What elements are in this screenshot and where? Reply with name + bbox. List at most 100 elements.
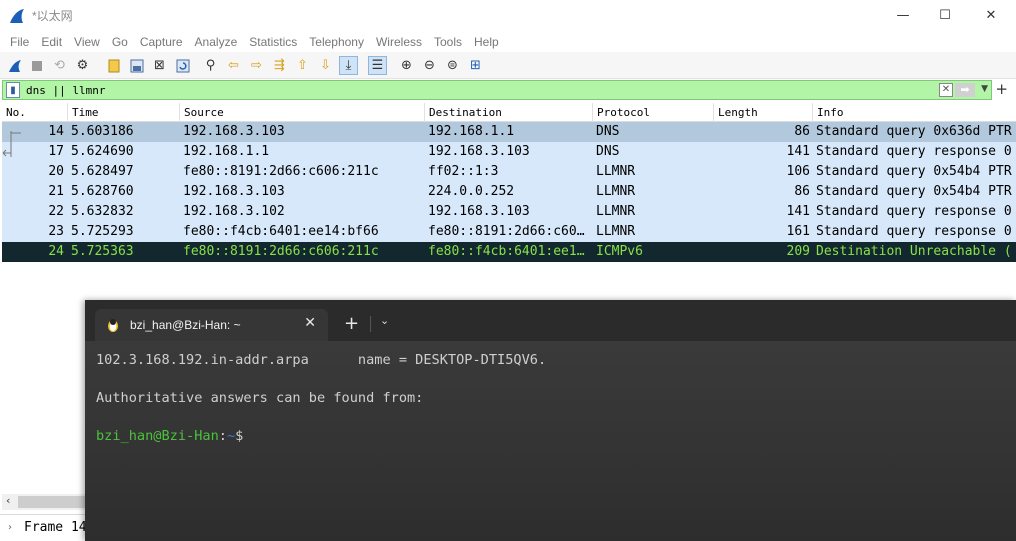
filter-bookmark-icon[interactable]: ▮ — [6, 82, 20, 98]
resize-columns-icon[interactable]: ⊞ — [466, 56, 485, 75]
maximize-icon: ☐ — [939, 8, 951, 23]
terminal-tab-strip: bzi_han@Bzi-Han: ~ ✕ + ⌄ — [85, 300, 1016, 341]
start-capture-icon[interactable] — [5, 56, 24, 75]
terminal-window[interactable]: bzi_han@Bzi-Han: ~ ✕ + ⌄ 102.3.168.192.i… — [85, 300, 1016, 541]
close-file-icon[interactable]: ⊠ — [150, 56, 169, 75]
packet-info: Destination Unreachable ( — [816, 244, 1012, 259]
main-toolbar: ⟲ ⚙ ⊠ ⚲ ⇦ ⇨ ⇶ ⇧ ⇩ ⤓ ☰ ⊕ ⊖ ⊜ ⊞ — [0, 52, 1016, 79]
reload-file-icon[interactable] — [173, 56, 192, 75]
menu-telephony[interactable]: Telephony — [303, 35, 370, 49]
filter-dropdown-icon[interactable]: ▼ — [981, 84, 988, 94]
packet-time: 5.628760 — [71, 184, 134, 199]
packet-info: Standard query response 0 — [816, 144, 1012, 159]
tab-dropdown-icon[interactable]: ⌄ — [380, 314, 389, 327]
open-file-icon[interactable] — [104, 56, 123, 75]
new-tab-icon[interactable]: + — [344, 313, 359, 334]
column-divider[interactable] — [424, 103, 425, 122]
menu-view[interactable]: View — [68, 35, 106, 49]
display-filter-input[interactable]: dns || llmnr — [26, 84, 105, 97]
packet-destination: fe80::f4cb:6401:ee1… — [428, 244, 585, 259]
packet-length: 141 — [786, 144, 810, 159]
packet-source: fe80::8191:2d66:c606:211c — [183, 244, 379, 259]
apply-filter-icon[interactable]: ➡ — [955, 83, 975, 97]
find-packet-icon[interactable]: ⚲ — [201, 56, 220, 75]
packet-source: 192.168.1.1 — [183, 144, 270, 159]
zoom-out-icon[interactable]: ⊖ — [420, 56, 439, 75]
packet-info: Standard query 0x54b4 PTR — [816, 164, 1012, 179]
display-filter-bar[interactable]: ▮ dns || llmnr ✕ ➡ ▼ — [2, 80, 992, 100]
terminal-tab[interactable]: bzi_han@Bzi-Han: ~ ✕ — [95, 309, 328, 341]
column-divider[interactable] — [179, 103, 180, 122]
packet-row[interactable]: 24 5.725363 fe80::8191:2d66:c606:211c fe… — [2, 242, 1016, 262]
menu-go[interactable]: Go — [106, 35, 134, 49]
packet-time: 5.632832 — [71, 204, 134, 219]
packet-row[interactable]: 21 5.628760 192.168.3.103 224.0.0.252 LL… — [2, 182, 1016, 202]
scrollbar-thumb[interactable] — [18, 496, 88, 508]
packet-row[interactable]: 17 5.624690 192.168.1.1 192.168.3.103 DN… — [2, 142, 1016, 162]
packet-destination: 192.168.3.103 — [428, 204, 530, 219]
column-time[interactable]: Time — [72, 106, 99, 119]
packet-destination: 192.168.1.1 — [428, 124, 515, 139]
menu-statistics[interactable]: Statistics — [243, 35, 303, 49]
packet-list-header: No. Time Source Destination Protocol Len… — [2, 103, 1016, 122]
add-filter-button-icon[interactable]: + — [995, 80, 1008, 98]
packet-no: 21 — [48, 184, 64, 199]
maximize-button[interactable]: ☐ — [922, 0, 968, 31]
menu-capture[interactable]: Capture — [134, 35, 189, 49]
tab-close-icon[interactable]: ✕ — [304, 315, 316, 331]
packet-row[interactable]: 20 5.628497 fe80::8191:2d66:c606:211c ff… — [2, 162, 1016, 182]
terminal-line: Authoritative answers can be found from: — [96, 390, 424, 406]
close-button[interactable]: ✕ — [968, 0, 1014, 31]
packet-length: 141 — [786, 204, 810, 219]
packet-protocol: LLMNR — [596, 184, 636, 199]
save-file-icon[interactable] — [127, 56, 146, 75]
minimize-button[interactable]: — — [880, 0, 926, 31]
scroll-left-icon[interactable]: ‹ — [6, 494, 10, 507]
restart-capture-icon[interactable]: ⟲ — [50, 56, 69, 75]
prompt-symbol: $ — [235, 428, 244, 444]
column-divider[interactable] — [713, 103, 714, 122]
go-first-icon[interactable]: ⇧ — [293, 56, 312, 75]
colorize-icon[interactable]: ☰ — [368, 56, 387, 75]
linux-penguin-icon — [108, 319, 118, 332]
menu-file[interactable]: File — [4, 35, 35, 49]
zoom-in-icon[interactable]: ⊕ — [397, 56, 416, 75]
menu-wireless[interactable]: Wireless — [370, 35, 428, 49]
column-source[interactable]: Source — [184, 106, 224, 119]
desktop: *以太网 — ☐ ✕ File Edit View Go Capture Ana… — [0, 0, 1016, 541]
menu-tools[interactable]: Tools — [428, 35, 468, 49]
menu-help[interactable]: Help — [468, 35, 505, 49]
menu-bar: File Edit View Go Capture Analyze Statis… — [0, 31, 1016, 52]
packet-row[interactable]: 22 5.632832 192.168.3.102 192.168.3.103 … — [2, 202, 1016, 222]
column-destination[interactable]: Destination — [429, 106, 502, 119]
go-forward-icon[interactable]: ⇨ — [247, 56, 266, 75]
packet-length: 161 — [786, 224, 810, 239]
packet-row[interactable]: 23 5.725293 fe80::f4cb:6401:ee14:bf66 fe… — [2, 222, 1016, 242]
wireshark-logo-icon — [10, 8, 24, 23]
column-divider[interactable] — [592, 103, 593, 122]
column-length[interactable]: Length — [718, 106, 758, 119]
packet-time: 5.628497 — [71, 164, 134, 179]
menu-edit[interactable]: Edit — [35, 35, 68, 49]
autoscroll-icon[interactable]: ⤓ — [339, 56, 358, 75]
column-divider[interactable] — [67, 103, 68, 122]
column-no[interactable]: No. — [6, 106, 26, 119]
menu-analyze[interactable]: Analyze — [189, 35, 244, 49]
packet-detail-row[interactable]: › Frame 14 — [0, 514, 90, 541]
column-info[interactable]: Info — [817, 106, 844, 119]
packet-row[interactable]: 14 5.603186 192.168.3.103 192.168.1.1 DN… — [2, 122, 1016, 142]
packet-list-hscrollbar[interactable]: ‹ — [2, 494, 88, 510]
go-last-icon[interactable]: ⇩ — [316, 56, 335, 75]
go-to-packet-icon[interactable]: ⇶ — [270, 56, 289, 75]
stop-capture-icon[interactable] — [27, 56, 46, 75]
normal-size-icon[interactable]: ⊜ — [443, 56, 462, 75]
expand-chevron-icon[interactable]: › — [8, 515, 12, 541]
capture-options-icon[interactable]: ⚙ — [73, 56, 92, 75]
packet-protocol: LLMNR — [596, 204, 636, 219]
clear-filter-icon[interactable]: ✕ — [939, 83, 953, 97]
column-protocol[interactable]: Protocol — [597, 106, 650, 119]
column-divider[interactable] — [812, 103, 813, 122]
packet-source: fe80::f4cb:6401:ee14:bf66 — [183, 224, 379, 239]
go-back-icon[interactable]: ⇦ — [224, 56, 243, 75]
terminal-output[interactable]: 102.3.168.192.in-addr.arpa name = DESKTO… — [85, 341, 1016, 541]
